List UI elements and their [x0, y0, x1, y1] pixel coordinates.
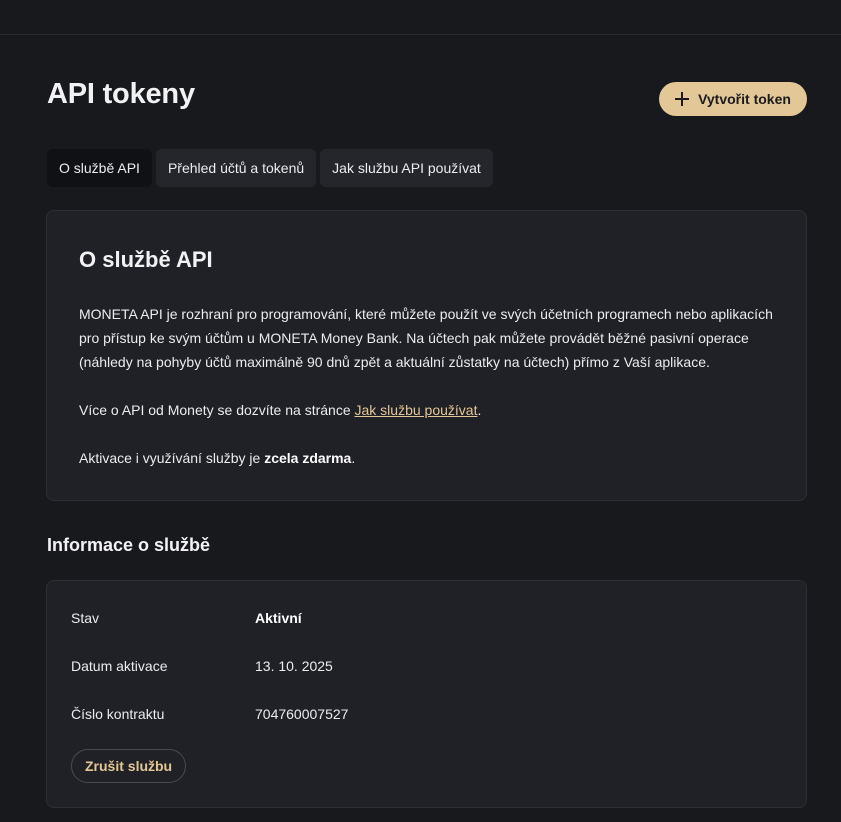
activation-date-label: Datum aktivace — [71, 658, 168, 674]
about-card: O službě API MONETA API je rozhraní pro … — [46, 210, 807, 501]
top-bar — [0, 0, 841, 35]
cancel-service-button[interactable]: Zrušit službu — [71, 749, 187, 783]
tab-label: Jak službu API používat — [332, 160, 481, 176]
contract-number-value: 704760007527 — [255, 706, 349, 722]
free-text: Aktivace i využívání služby je — [79, 450, 265, 466]
tab-how-to-use[interactable]: Jak službu API používat — [320, 149, 493, 187]
tab-about-api[interactable]: O službě API — [47, 149, 152, 187]
how-to-use-link[interactable]: Jak službu používat — [355, 402, 478, 418]
contract-number-label: Číslo kontraktu — [71, 706, 165, 722]
more-suffix: . — [477, 402, 482, 418]
create-token-button[interactable]: Vytvořit token — [659, 82, 807, 116]
about-paragraph-free: Aktivace i využívání služby je zcela zda… — [79, 446, 779, 470]
status-value: Aktivní — [255, 610, 302, 626]
create-token-label: Vytvořit token — [698, 91, 791, 107]
status-label: Stav — [71, 610, 100, 626]
about-text: MONETA API je rozhraní pro programování,… — [79, 302, 779, 470]
info-row-contract-number: Číslo kontraktu 704760007527 — [71, 706, 348, 722]
tab-label: O službě API — [59, 160, 140, 176]
service-info-title: Informace o službě — [47, 535, 211, 555]
about-title: O službě API — [79, 247, 213, 272]
free-emphasis: zcela zdarma — [264, 450, 352, 466]
info-row-activation-date: Datum aktivace 13. 10. 2025 — [71, 658, 333, 674]
activation-date-value: 13. 10. 2025 — [255, 658, 333, 674]
tab-bar: O službě API Přehled účtů a tokenů Jak s… — [47, 149, 493, 187]
more-text: Více o API od Monety se dozvíte na strán… — [79, 402, 355, 418]
about-paragraph-more: Více o API od Monety se dozvíte na strán… — [79, 398, 779, 422]
about-paragraph-intro: MONETA API je rozhraní pro programování,… — [79, 306, 773, 370]
info-row-status: Stav Aktivní — [71, 610, 302, 626]
free-suffix: . — [351, 450, 356, 466]
service-info-card: Stav Aktivní Datum aktivace 13. 10. 2025… — [46, 580, 807, 808]
tab-label: Přehled účtů a tokenů — [167, 160, 305, 176]
page-title: API tokeny — [47, 78, 195, 110]
tab-accounts-tokens[interactable]: Přehled účtů a tokenů — [155, 149, 317, 187]
plus-icon — [675, 92, 690, 106]
